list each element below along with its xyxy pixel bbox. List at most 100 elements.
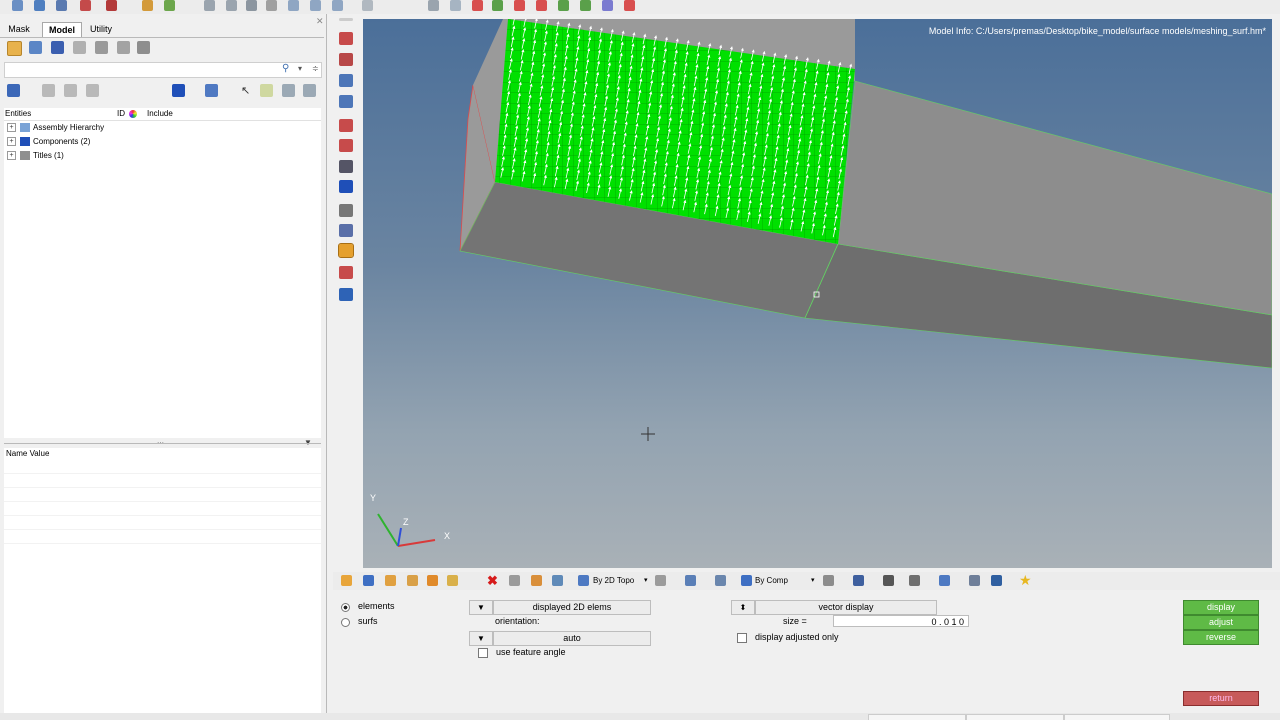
folder-icon[interactable]	[260, 84, 273, 97]
import-icon[interactable]	[34, 0, 45, 11]
display-button[interactable]: display	[1183, 600, 1259, 615]
tree-item-components[interactable]: + Components (2)	[7, 135, 90, 148]
radio-surfs[interactable]	[341, 618, 350, 627]
layers-icon[interactable]	[969, 575, 980, 586]
display-adjusted-only-checkbox[interactable]	[737, 633, 747, 643]
model-icon[interactable]	[341, 575, 352, 586]
radio-elements[interactable]	[341, 603, 350, 612]
selector-arrow[interactable]: ▼	[469, 600, 493, 615]
vector-display-arrow[interactable]: ⬍	[731, 600, 755, 615]
tab-model[interactable]: Model	[42, 22, 82, 38]
tab-mask[interactable]: Mask	[5, 22, 33, 37]
entity-display-icon[interactable]	[205, 84, 218, 97]
chevron-down-icon[interactable]: ▾	[644, 576, 648, 584]
expand-plus-icon[interactable]: +	[7, 123, 16, 133]
solid-style-icon[interactable]	[715, 575, 726, 586]
nodes-icon[interactable]	[339, 32, 353, 45]
component-icon[interactable]	[363, 575, 374, 586]
display-mode-icon[interactable]	[7, 84, 20, 97]
entities-column[interactable]: Entities	[5, 108, 31, 120]
size-input[interactable]: 0 . 0 1 0	[833, 615, 969, 627]
chevron-down-icon[interactable]: ▾	[811, 576, 815, 584]
previous-view-icon[interactable]	[450, 0, 461, 11]
chevron-down-icon[interactable]: ▾	[298, 64, 302, 73]
filter-icon[interactable]	[73, 41, 86, 54]
reverse-button[interactable]: reverse	[1183, 630, 1259, 645]
export-icon[interactable]	[56, 0, 67, 11]
save-icon[interactable]	[80, 0, 91, 11]
zoom-icon[interactable]	[204, 0, 215, 11]
tab-utility[interactable]: Utility	[86, 22, 116, 37]
tree-item-titles[interactable]: + Titles (1)	[7, 149, 64, 162]
zoom-fit-icon[interactable]	[428, 0, 439, 11]
surfaces-icon[interactable]	[339, 74, 353, 87]
isolate-icon[interactable]	[95, 41, 108, 54]
surface-style-icon[interactable]	[685, 575, 696, 586]
browser-config-icon[interactable]	[7, 41, 22, 56]
spin-icon[interactable]	[362, 0, 373, 11]
shrink-icon[interactable]	[909, 575, 920, 586]
search-input[interactable]	[4, 62, 322, 78]
reset-view-icon[interactable]	[332, 0, 343, 11]
element-color-icon[interactable]	[939, 575, 950, 586]
undo-icon[interactable]	[106, 0, 117, 11]
solids-icon[interactable]	[339, 95, 353, 108]
line-style-icon[interactable]	[883, 575, 894, 586]
cursor-select-icon[interactable]: ↖	[241, 84, 250, 97]
element-shaded-icon[interactable]	[853, 575, 864, 586]
rotate-icon[interactable]	[288, 0, 299, 11]
clip-icon[interactable]	[552, 575, 563, 586]
expand-plus-icon[interactable]: +	[7, 151, 16, 161]
component-view-icon[interactable]	[172, 84, 185, 97]
view-down-icon[interactable]	[310, 0, 321, 11]
view-xy-icon[interactable]	[472, 0, 483, 11]
delete-icon[interactable]: ✖	[487, 573, 498, 589]
spin-model-icon[interactable]	[447, 575, 458, 586]
search-icon[interactable]: ⚲	[282, 63, 289, 74]
filter-menu-icon[interactable]: ≑	[312, 64, 319, 73]
expand-plus-icon[interactable]: +	[7, 137, 16, 147]
find-icon[interactable]	[385, 575, 396, 586]
return-button[interactable]: return	[1183, 691, 1259, 706]
lines-icon[interactable]	[339, 53, 353, 66]
hand-icon[interactable]	[266, 0, 277, 11]
vector-display-toggle[interactable]: vector display	[755, 600, 937, 615]
color-mode-icon[interactable]	[741, 575, 752, 586]
use-feature-angle-checkbox[interactable]	[478, 648, 488, 658]
eye-off-icon[interactable]	[303, 84, 316, 97]
graphics-viewport[interactable]: Model Info: C:/Users/premas/Desktop/bike…	[363, 19, 1272, 568]
tree-item-assembly[interactable]: + Assembly Hierarchy	[7, 121, 104, 134]
displayed-elems-selector[interactable]: displayed 2D elems	[493, 600, 651, 615]
plane-icon[interactable]	[339, 288, 353, 301]
zoom-out-icon[interactable]	[226, 0, 237, 11]
elements-icon[interactable]	[339, 119, 353, 132]
orientation-arrow[interactable]: ▼	[469, 631, 493, 646]
measure-icon[interactable]	[339, 204, 353, 217]
shaded-icon[interactable]	[509, 575, 520, 586]
adjust-button[interactable]: adjust	[1183, 615, 1259, 630]
move-icon[interactable]	[427, 575, 438, 586]
pan-icon[interactable]	[246, 0, 257, 11]
view-options-icon[interactable]	[624, 0, 635, 11]
mask-icon[interactable]	[407, 575, 418, 586]
loads-icon[interactable]	[339, 139, 353, 152]
close-icon[interactable]: ✕	[316, 16, 324, 27]
show-none-icon[interactable]	[64, 84, 77, 97]
topo-mode-icon[interactable]	[578, 575, 589, 586]
transparent-icon[interactable]	[531, 575, 542, 586]
view-xz-icon[interactable]	[514, 0, 525, 11]
screen-icon[interactable]	[991, 575, 1002, 586]
orientation-toggle[interactable]: auto	[493, 631, 651, 646]
expand-icon[interactable]	[29, 41, 42, 54]
id-column[interactable]: ID	[117, 108, 125, 120]
hide-icon[interactable]	[117, 41, 130, 54]
connectors-icon[interactable]	[339, 160, 353, 173]
view-yx-icon[interactable]	[492, 0, 503, 11]
iso-view-icon[interactable]	[602, 0, 613, 11]
geometry-style-icon[interactable]	[655, 575, 666, 586]
show-all-icon[interactable]	[42, 84, 55, 97]
view-yz-icon[interactable]	[558, 0, 569, 11]
topo-mode-dropdown[interactable]: By 2D Topo	[593, 576, 634, 585]
model-view-icon[interactable]	[142, 0, 153, 11]
view-zy-icon[interactable]	[580, 0, 591, 11]
